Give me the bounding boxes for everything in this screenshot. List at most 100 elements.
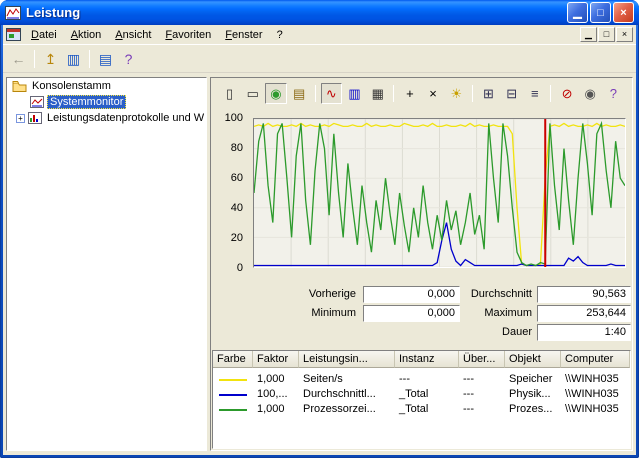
y-axis-tick-label: 80 bbox=[211, 141, 249, 155]
view-histogram-icon: ▥ bbox=[348, 86, 360, 102]
parent-cell: --- bbox=[459, 372, 505, 387]
clear-display-button[interactable]: ▭ bbox=[242, 83, 263, 104]
menu-item-help[interactable]: ? bbox=[270, 27, 290, 43]
color-swatch-cell bbox=[213, 387, 253, 402]
performance-chart bbox=[254, 119, 625, 267]
mdi-close-button[interactable]: × bbox=[616, 27, 633, 42]
y-axis-tick-label: 0 bbox=[211, 261, 249, 275]
maximize-icon: □ bbox=[597, 8, 604, 18]
last-value: 0,000 bbox=[363, 286, 460, 303]
console-tree-pane: Konsolenstamm Systemmonitor + Leistungsd… bbox=[6, 77, 207, 451]
titlebar[interactable]: Leistung ▁ □ × bbox=[0, 0, 639, 25]
column-header-instanz[interactable]: Instanz bbox=[395, 351, 459, 368]
new-counter-set-icon: ▯ bbox=[226, 86, 233, 102]
computer-cell: \\WINH035 bbox=[561, 402, 630, 417]
counter-cell: Prozessorzei... bbox=[299, 402, 395, 417]
expand-icon[interactable]: + bbox=[16, 114, 25, 123]
properties-icon: ≡ bbox=[531, 86, 539, 101]
column-header-objekt[interactable]: Objekt bbox=[505, 351, 561, 368]
tree-item-label: Systemmonitor bbox=[47, 95, 126, 109]
menu-item-favoriten[interactable]: Favoriten bbox=[158, 27, 218, 43]
freeze-display-button[interactable]: ⊘ bbox=[556, 83, 577, 104]
stats-row-1: Vorherige 0,000 Durchschnitt 90,563 bbox=[211, 286, 632, 303]
mdi-controls: ▁ □ × bbox=[580, 27, 634, 42]
show-hide-tree-button[interactable]: ▥ bbox=[62, 48, 85, 70]
menu-item-ansicht[interactable]: Ansicht bbox=[108, 27, 158, 43]
tree-item-systemmonitor[interactable]: Systemmonitor bbox=[7, 94, 206, 110]
column-header-faktor[interactable]: Faktor bbox=[253, 351, 299, 368]
highlight-button[interactable]: ☀ bbox=[446, 83, 467, 104]
counter-row-seiten[interactable]: 1,000 Seiten/s --- --- Speicher \\WINH03… bbox=[213, 372, 630, 387]
help-button[interactable]: ? bbox=[117, 48, 140, 70]
scale-cell: 1,000 bbox=[253, 402, 299, 417]
menu-item-aktion[interactable]: Aktion bbox=[64, 27, 109, 43]
counter-table: Farbe Faktor Leistungsin... Instanz Über… bbox=[212, 350, 631, 449]
average-value: 90,563 bbox=[537, 286, 631, 303]
tree-item-leistungsdatenprotokolle[interactable]: + Leistungsdatenprotokolle und W bbox=[7, 110, 206, 126]
new-counter-set-button[interactable]: ▯ bbox=[219, 83, 240, 104]
console-icon bbox=[6, 28, 21, 41]
highlight-icon: ☀ bbox=[450, 86, 462, 102]
update-data-button[interactable]: ◉ bbox=[580, 83, 601, 104]
performance-window: Leistung ▁ □ × DateiAktionAnsichtFavorit… bbox=[0, 0, 639, 458]
delete-counter-button[interactable]: × bbox=[423, 83, 444, 104]
add-counter-button[interactable]: + bbox=[399, 83, 420, 104]
color-swatch-cell bbox=[213, 402, 253, 417]
counter-row-warteschlange[interactable]: 100,... Durchschnittl... _Total --- Phys… bbox=[213, 387, 630, 402]
toolbar-separator bbox=[393, 85, 394, 102]
export-list-button[interactable]: ▤ bbox=[94, 48, 117, 70]
app-icon bbox=[5, 6, 21, 20]
mdi-restore-button[interactable]: □ bbox=[598, 27, 615, 42]
up-one-level-button[interactable]: ↥ bbox=[39, 48, 62, 70]
view-log-data-button[interactable]: ▤ bbox=[289, 83, 310, 104]
system-monitor-icon bbox=[30, 96, 44, 108]
chart-plot-area bbox=[253, 118, 626, 268]
view-report-icon: ▦ bbox=[372, 86, 384, 102]
view-histogram-button[interactable]: ▥ bbox=[344, 83, 365, 104]
view-graph-button[interactable]: ∿ bbox=[321, 83, 342, 104]
average-label: Durchschnitt bbox=[464, 286, 532, 303]
sysmon-toolbar: ▯▭◉▤∿▥▦+×☀⊞⊟≡⊘◉? bbox=[212, 79, 631, 108]
paste-counter-list-button[interactable]: ⊟ bbox=[501, 83, 522, 104]
column-header-leistungsindikator[interactable]: Leistungsin... bbox=[299, 351, 395, 368]
y-axis-tick-label: 100 bbox=[211, 111, 249, 125]
column-header-farbe[interactable]: Farbe bbox=[213, 351, 253, 368]
last-label: Vorherige bbox=[249, 286, 356, 303]
mdi-minimize-button[interactable]: ▁ bbox=[580, 27, 597, 42]
tree-item-label: Leistungsdatenprotokolle und W bbox=[45, 112, 206, 124]
toolbar-separator bbox=[315, 85, 316, 102]
close-icon: × bbox=[620, 8, 626, 18]
view-report-button[interactable]: ▦ bbox=[367, 83, 388, 104]
object-cell: Prozes... bbox=[505, 402, 561, 417]
copy-properties-icon: ⊞ bbox=[483, 86, 494, 102]
parent-cell: --- bbox=[459, 402, 505, 417]
column-header-uebergeordnet[interactable]: Über... bbox=[459, 351, 505, 368]
maximum-value: 253,644 bbox=[537, 305, 631, 322]
minimize-icon: ▁ bbox=[573, 8, 581, 18]
back-button[interactable]: ← bbox=[7, 48, 30, 70]
tree-item-label: Konsolenstamm bbox=[30, 80, 113, 92]
up-one-level-icon: ↥ bbox=[45, 51, 57, 68]
add-counter-icon: + bbox=[406, 86, 414, 101]
back-icon: ← bbox=[12, 51, 26, 67]
object-cell: Physik... bbox=[505, 387, 561, 402]
tree-item-konsolenstamm[interactable]: Konsolenstamm bbox=[7, 78, 206, 94]
y-axis-tick-label: 60 bbox=[211, 171, 249, 185]
menu-item-fenster[interactable]: Fenster bbox=[218, 27, 269, 43]
parent-cell: --- bbox=[459, 387, 505, 402]
view-current-activity-icon: ◉ bbox=[270, 86, 281, 102]
counter-row-prozessorzeit[interactable]: 1,000 Prozessorzei... _Total --- Prozes.… bbox=[213, 402, 630, 417]
close-button[interactable]: × bbox=[613, 2, 634, 23]
content-area: Konsolenstamm Systemmonitor + Leistungsd… bbox=[3, 73, 636, 455]
maximize-button[interactable]: □ bbox=[590, 2, 611, 23]
counter-cell: Durchschnittl... bbox=[299, 387, 395, 402]
menu-item-datei[interactable]: Datei bbox=[24, 27, 64, 43]
column-header-computer[interactable]: Computer bbox=[561, 351, 630, 368]
properties-button[interactable]: ≡ bbox=[524, 83, 545, 104]
help-icon: ? bbox=[125, 51, 133, 67]
stats-row-2: Minimum 0,000 Maximum 253,644 bbox=[211, 305, 632, 322]
copy-properties-button[interactable]: ⊞ bbox=[478, 83, 499, 104]
help-button[interactable]: ? bbox=[603, 83, 624, 104]
view-current-activity-button[interactable]: ◉ bbox=[265, 83, 286, 104]
minimize-button[interactable]: ▁ bbox=[567, 2, 588, 23]
